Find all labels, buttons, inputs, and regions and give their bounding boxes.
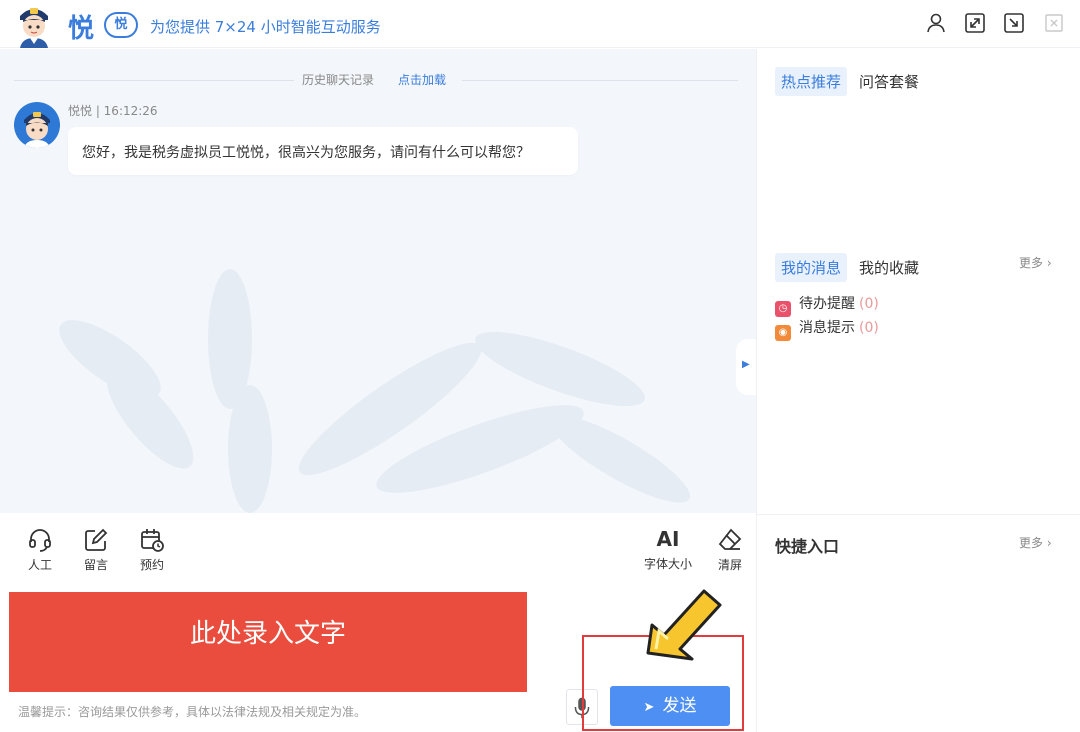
send-label: 发送 xyxy=(662,696,697,716)
chevron-right-icon: ▶ xyxy=(742,359,750,370)
close-icon[interactable] xyxy=(1043,12,1065,34)
pointing-arrow-icon xyxy=(646,589,722,661)
brand-badge: 悦 xyxy=(104,12,138,38)
load-history-link[interactable]: 点击加载 xyxy=(398,71,446,88)
edit-icon xyxy=(85,528,108,551)
tab-my-messages[interactable]: 我的消息 xyxy=(775,253,848,282)
quick-entry-title: 快捷入口 xyxy=(775,537,840,556)
panel-divider xyxy=(757,514,1080,515)
right-panel: 热点推荐 问答套餐 我的消息 我的收藏 更多 › ◷ 待办提醒 (0) ◉ 消息提示(… xyxy=(756,49,1080,732)
clear-screen-label: 清屏 xyxy=(717,558,742,572)
send-arrow-icon: ➤ xyxy=(643,700,655,715)
messages-more-link[interactable]: 更多 › xyxy=(1019,254,1052,271)
tab-qa-packages[interactable]: 问答套餐 xyxy=(859,71,919,92)
collapse-panel-button[interactable]: ▶ xyxy=(736,339,756,395)
message-input[interactable]: 此处录入文字 xyxy=(9,592,527,692)
bot-avatar xyxy=(14,102,60,148)
brand-name: 悦 xyxy=(68,14,95,44)
popout-icon[interactable] xyxy=(1003,12,1025,34)
chat-area: 历史聊天记录 点击加载 悦悦 | 16:12:26 您好，我是税务虚拟员工悦悦，… xyxy=(0,49,756,513)
human-agent-label: 人工 xyxy=(27,558,52,572)
user-icon[interactable] xyxy=(925,12,947,34)
voice-input-button[interactable] xyxy=(566,689,598,725)
history-label: 历史聊天记录 xyxy=(302,73,375,87)
tab-hot-recommend[interactable]: 热点推荐 xyxy=(775,67,848,96)
history-divider: 历史聊天记录 点击加载 xyxy=(0,71,756,91)
quick-entry-more-link[interactable]: 更多 › xyxy=(1019,534,1052,551)
leave-message-label: 留言 xyxy=(83,558,108,572)
chat-toolbar: 人工 留言 预约 AI 字体大小 清屏 xyxy=(0,513,756,583)
clock-icon: ◷ xyxy=(775,301,791,317)
message-notice-count: (0) xyxy=(859,320,879,336)
clear-screen-button[interactable]: 清屏 xyxy=(710,527,750,573)
eraser-icon xyxy=(718,528,742,550)
font-size-button[interactable]: AI 字体大小 xyxy=(640,525,696,572)
headset-icon xyxy=(29,529,51,552)
human-agent-button[interactable]: 人工 xyxy=(20,527,60,573)
app-header: 悦 悦 为您提供 7×24 小时智能互动服务 xyxy=(0,0,1080,48)
message-notice-row[interactable]: ◉ 消息提示 (0) xyxy=(775,317,879,341)
wheat-watermark-icon xyxy=(59,269,690,513)
appointment-button[interactable]: 预约 xyxy=(132,527,172,573)
mascot-avatar-icon xyxy=(20,8,48,48)
appointment-label: 预约 xyxy=(139,558,164,572)
slogan: 为您提供 7×24 小时智能互动服务 xyxy=(150,18,381,36)
font-size-icon: AI xyxy=(656,527,680,551)
font-size-label: 字体大小 xyxy=(643,557,692,571)
todo-reminder-count: (0) xyxy=(859,296,879,312)
tab-my-favorites[interactable]: 我的收藏 xyxy=(859,257,919,278)
message-meta: 悦悦 | 16:12:26 xyxy=(68,104,158,118)
calendar-clock-icon xyxy=(141,529,164,552)
todo-reminder-row[interactable]: ◷ 待办提醒 (0) xyxy=(775,293,879,317)
bell-icon: ◉ xyxy=(775,325,791,341)
bot-message-bubble: 您好，我是税务虚拟员工悦悦，很高兴为您服务，请问有什么可以帮您？ xyxy=(68,127,578,175)
disclaimer-tip: 温馨提示：咨询结果仅供参考，具体以法律法规及相关规定为准。 xyxy=(18,705,367,719)
message-notice-label: 消息提示 xyxy=(799,320,855,336)
leave-message-button[interactable]: 留言 xyxy=(76,527,116,573)
expand-icon[interactable] xyxy=(964,12,986,34)
input-area: 此处录入文字 ➤ 发送 温馨提示：咨询结果仅供参考，具体以法律法规及相关规定为准。 xyxy=(0,583,756,732)
send-button[interactable]: ➤ 发送 xyxy=(610,686,730,726)
microphone-icon xyxy=(574,697,590,719)
todo-reminder-label: 待办提醒 xyxy=(799,296,855,312)
